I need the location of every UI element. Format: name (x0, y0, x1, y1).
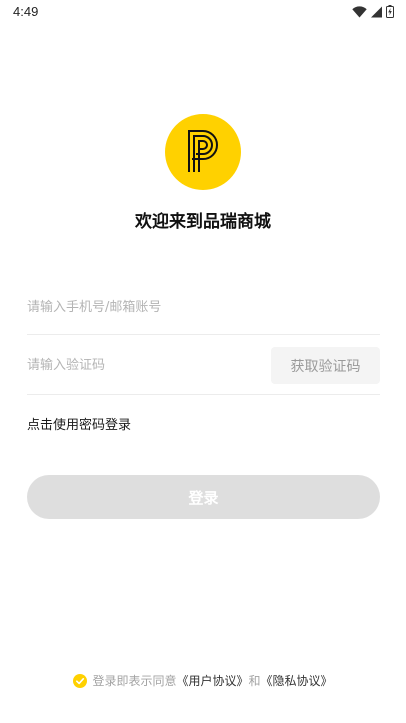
battery-charging-icon (386, 5, 394, 18)
agreement-row: 登录即表示同意 《用户协议》 和 《隐私协议》 (0, 672, 406, 689)
agreement-prefix: 登录即表示同意 (92, 674, 177, 688)
login-button[interactable]: 登录 (27, 475, 380, 519)
verification-code-field-container: 获取验证码 (27, 347, 380, 395)
phone-email-field-container (27, 288, 380, 335)
agree-checkbox-icon[interactable] (73, 673, 88, 688)
wifi-icon (352, 5, 367, 18)
p-logo-icon (165, 114, 241, 190)
signal-icon (371, 6, 382, 18)
verification-code-input[interactable] (27, 355, 247, 375)
get-code-button[interactable]: 获取验证码 (271, 347, 380, 384)
status-bar: 4:49 (0, 0, 406, 24)
privacy-policy-link[interactable]: 《隐私协议》 (261, 672, 333, 689)
phone-email-input[interactable] (27, 297, 247, 317)
password-login-link[interactable]: 点击使用密码登录 (27, 414, 131, 433)
app-title: 欢迎来到品瑞商城 (135, 212, 271, 232)
agreement-conjunction: 和 (248, 674, 261, 688)
user-agreement-link[interactable]: 《用户协议》 (176, 672, 248, 689)
status-time: 4:49 (13, 4, 39, 19)
status-icons (352, 5, 394, 18)
